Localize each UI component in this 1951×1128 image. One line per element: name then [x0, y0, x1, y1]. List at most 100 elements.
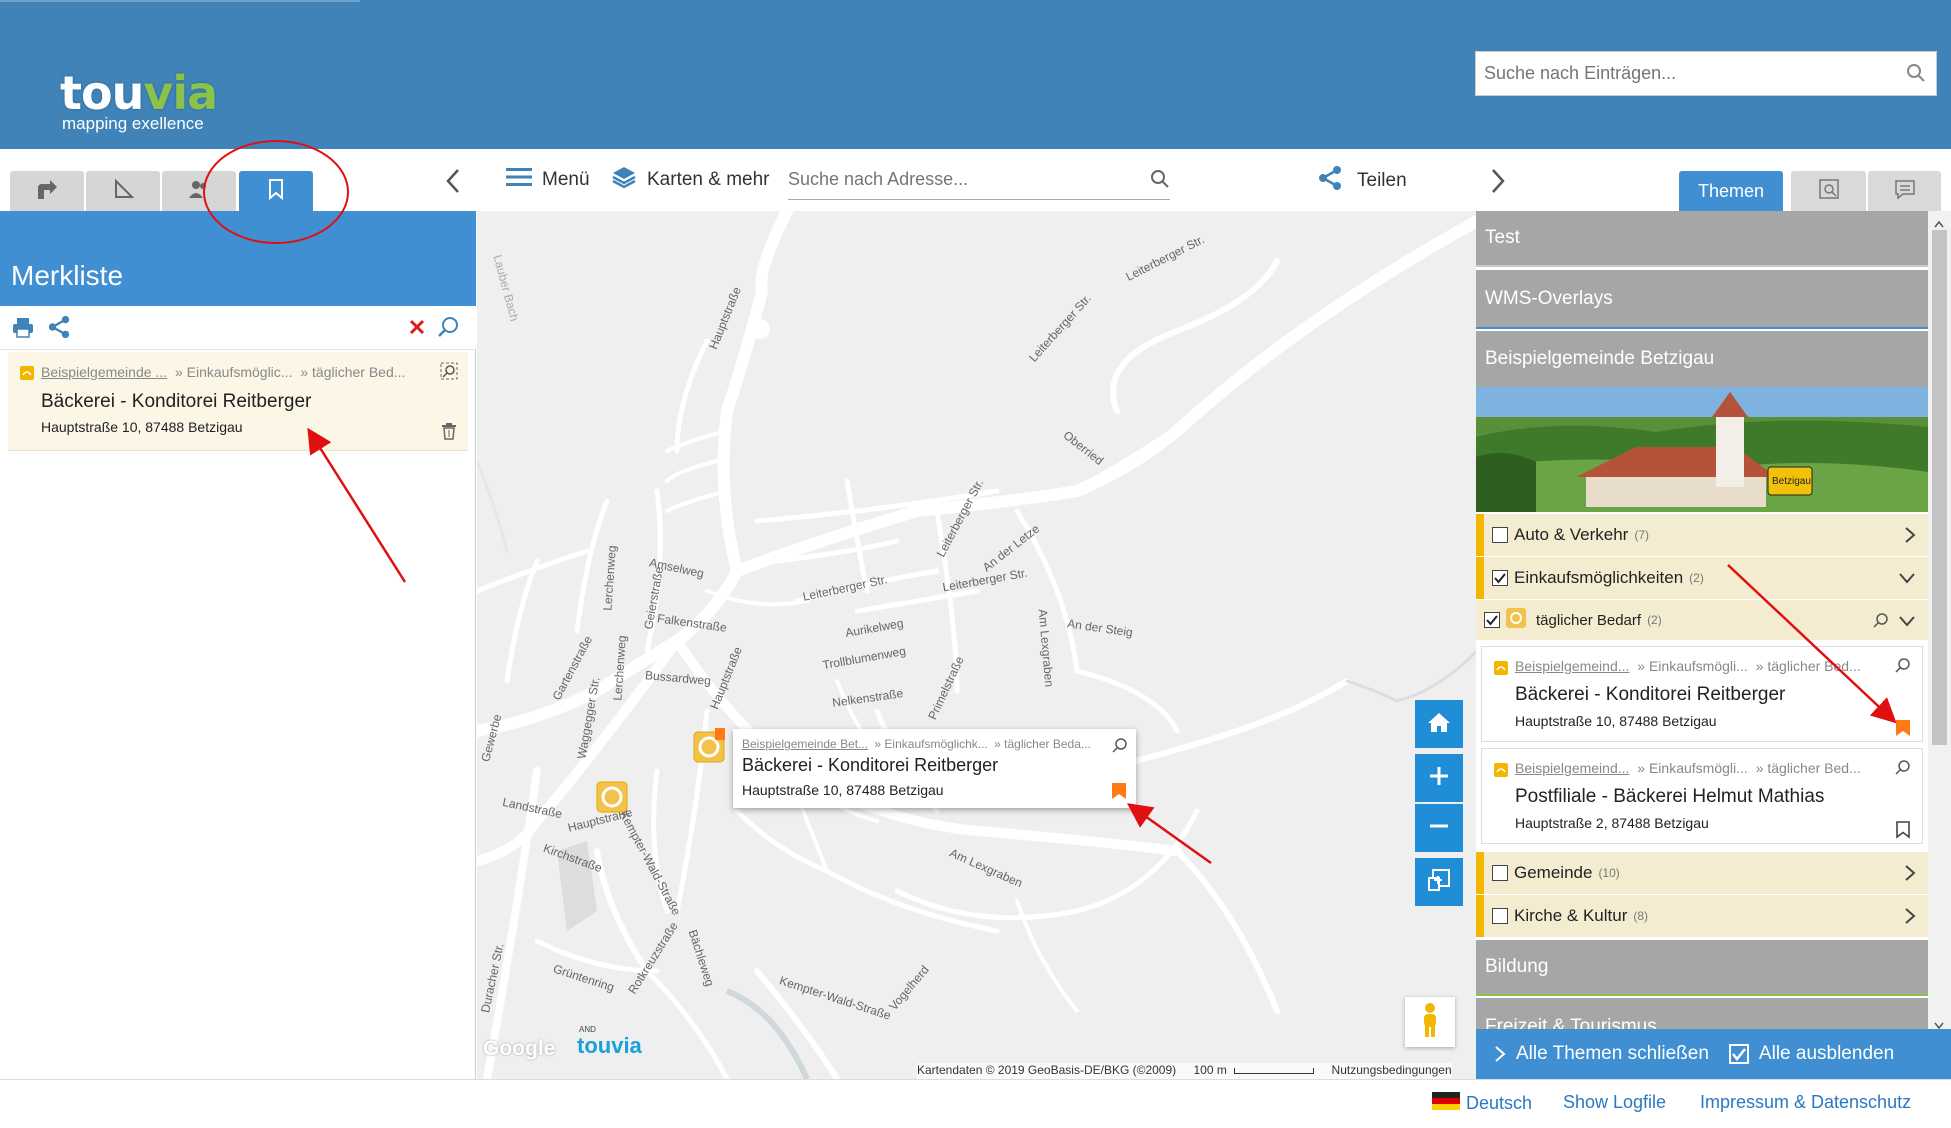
maps-and-more-label: Karten & mehr: [647, 169, 770, 190]
tab-route[interactable]: [10, 171, 84, 211]
delete-all-icon[interactable]: [408, 318, 426, 341]
breadcrumb-link[interactable]: » täglicher Bed...: [1756, 658, 1861, 674]
breadcrumb-link[interactable]: » Einkaufsmöglic...: [175, 364, 293, 380]
bookmark-entry[interactable]: Beispielgemeinde ... » Einkaufsmöglic...…: [8, 352, 468, 451]
bakery-icon: [20, 366, 34, 385]
zoom-in-button[interactable]: [1415, 754, 1463, 802]
category-wms-overlays[interactable]: WMS-Overlays: [1476, 270, 1928, 329]
breadcrumb-link[interactable]: Beispielgemeinde ...: [41, 364, 167, 380]
category-freizeit[interactable]: Freizeit & Tourismus: [1476, 998, 1928, 1029]
trash-icon[interactable]: [441, 422, 457, 445]
breadcrumb-link[interactable]: » täglicher Bed...: [1756, 760, 1861, 776]
tab-contacts[interactable]: [162, 171, 236, 211]
share-icon[interactable]: [47, 315, 71, 344]
zoom-out-button[interactable]: [1415, 804, 1463, 852]
collapse-right-button[interactable]: [1488, 167, 1508, 200]
bookmark-filled-icon[interactable]: [1111, 782, 1127, 805]
breadcrumb-link[interactable]: » Einkaufsmögli...: [1637, 760, 1748, 776]
entry-title[interactable]: Postfiliale - Bäckerei Helmut Mathias: [1515, 786, 1824, 808]
chevron-right-icon[interactable]: [1904, 526, 1916, 549]
close-all-themes-button[interactable]: Alle Themen schließen: [1494, 1043, 1709, 1065]
breadcrumb-link[interactable]: Beispielgemeind...: [1515, 658, 1629, 674]
zoom-to-icon[interactable]: [1894, 758, 1912, 781]
theme-entry-card[interactable]: Beispielgemeind... » Einkaufsmögli... » …: [1481, 646, 1923, 742]
chevron-right-icon[interactable]: [1904, 864, 1916, 887]
theme-label: Gemeinde: [1514, 863, 1593, 882]
address-search-input[interactable]: [788, 160, 1128, 198]
people-icon: [187, 178, 211, 205]
tab-themes[interactable]: Themen: [1679, 171, 1783, 211]
theme-einkaufsmoeglichkeiten[interactable]: Einkaufsmöglichkeiten (2): [1476, 557, 1928, 599]
touvia-watermark: touvia: [577, 1033, 642, 1058]
theme-gemeinde[interactable]: Gemeinde (10): [1476, 852, 1928, 894]
tab-notes[interactable]: [1868, 171, 1941, 211]
tab-bookmarks[interactable]: [239, 171, 313, 211]
menu-button[interactable]: Menü: [506, 163, 590, 197]
entry-address: Hauptstraße 2, 87488 Betzigau: [1515, 815, 1709, 831]
tab-measure[interactable]: [86, 171, 160, 211]
language-selector[interactable]: Deutsch: [1432, 1092, 1532, 1115]
scrollbar-thumb[interactable]: [1932, 230, 1947, 745]
show-logfile-link[interactable]: Show Logfile: [1563, 1092, 1666, 1113]
hide-all-checkbox[interactable]: [1728, 1044, 1749, 1064]
search-icon[interactable]: [1906, 63, 1926, 88]
entry-address: Hauptstraße 10, 87488 Betzigau: [1515, 713, 1717, 729]
category-test[interactable]: Test: [1476, 211, 1928, 267]
category-betzigau[interactable]: Beispielgemeinde Betzigau: [1476, 331, 1928, 387]
entry-search-input[interactable]: [1476, 52, 1886, 95]
hide-all-label: Alle ausblenden: [1758, 1043, 1895, 1064]
map-canvas[interactable]: Leiterberger Str. Leiterberger Str. Leit…: [477, 211, 1477, 1079]
zoom-to-all-icon[interactable]: [436, 315, 460, 344]
share-label: Teilen: [1357, 170, 1407, 191]
touvia-logo[interactable]: touvia mapping exellence: [60, 70, 218, 134]
search-icon[interactable]: [1150, 169, 1170, 194]
breadcrumb-link[interactable]: Beispielgemeind...: [1515, 760, 1629, 776]
bookmark-title[interactable]: Bäckerei - Konditorei Reitberger: [41, 391, 311, 413]
zoom-to-icon[interactable]: [1111, 736, 1129, 759]
zoom-box-button[interactable]: [1415, 858, 1463, 906]
breadcrumb-link[interactable]: » täglicher Beda...: [994, 737, 1091, 751]
bakery-marker[interactable]: [595, 778, 631, 823]
home-button[interactable]: [1415, 700, 1463, 748]
zoom-to-icon[interactable]: [440, 362, 458, 385]
collapse-left-button[interactable]: [443, 167, 463, 200]
bookmark-icon[interactable]: [1895, 821, 1911, 844]
chevron-right-icon[interactable]: [1904, 907, 1916, 930]
bookmark-filled-icon[interactable]: [1895, 719, 1911, 742]
theme-taeglicher-bedarf[interactable]: täglicher Bedarf (2): [1476, 600, 1928, 640]
chevron-right-icon: [1495, 1046, 1506, 1062]
hide-all-toggle[interactable]: Alle ausblenden: [1728, 1043, 1895, 1065]
theme-checkbox[interactable]: [1484, 612, 1500, 628]
theme-checkbox[interactable]: [1492, 908, 1508, 924]
theme-checkbox[interactable]: [1492, 527, 1508, 543]
breadcrumb-link[interactable]: » Einkaufsmögli...: [1637, 658, 1748, 674]
theme-checkbox[interactable]: [1492, 865, 1508, 881]
entry-title[interactable]: Bäckerei - Konditorei Reitberger: [1515, 684, 1785, 706]
tab-search-results[interactable]: [1791, 171, 1866, 211]
maps-and-more-button[interactable]: Karten & mehr: [611, 163, 770, 197]
theme-checkbox[interactable]: [1492, 570, 1508, 586]
breadcrumb-link[interactable]: Beispielgemeinde Bet...: [742, 737, 868, 751]
layers-icon: [611, 164, 637, 196]
popup-title[interactable]: Bäckerei - Konditorei Reitberger: [742, 755, 998, 776]
street-view-button[interactable]: [1405, 997, 1455, 1047]
breadcrumb-link[interactable]: » täglicher Bed...: [300, 364, 405, 380]
category-bildung[interactable]: Bildung: [1476, 940, 1928, 996]
theme-kirche-kultur[interactable]: Kirche & Kultur (8): [1476, 895, 1928, 937]
terms-link[interactable]: Nutzungsbedingungen: [1332, 1063, 1452, 1077]
logo-text-tou: tou: [60, 66, 144, 120]
zoom-to-icon[interactable]: [1872, 611, 1890, 633]
zoom-to-icon[interactable]: [1894, 656, 1912, 679]
logo-tagline: mapping exellence: [62, 114, 204, 133]
chevron-down-icon[interactable]: [1898, 614, 1916, 631]
search-list-icon: [1817, 177, 1841, 206]
share-button[interactable]: Teilen: [1317, 164, 1407, 198]
theme-auto-verkehr[interactable]: Auto & Verkehr (7): [1476, 514, 1928, 556]
chevron-down-icon[interactable]: [1898, 569, 1916, 589]
bakery-marker-selected[interactable]: [692, 728, 728, 773]
breadcrumb-link[interactable]: » Einkaufsmöglichk...: [874, 737, 987, 751]
imprint-link[interactable]: Impressum & Datenschutz: [1700, 1092, 1911, 1113]
breadcrumb: Beispielgemeind... » Einkaufsmögli... » …: [1515, 658, 1861, 674]
print-icon[interactable]: [12, 316, 34, 343]
theme-entry-card[interactable]: Beispielgemeind... » Einkaufsmögli... » …: [1481, 748, 1923, 844]
